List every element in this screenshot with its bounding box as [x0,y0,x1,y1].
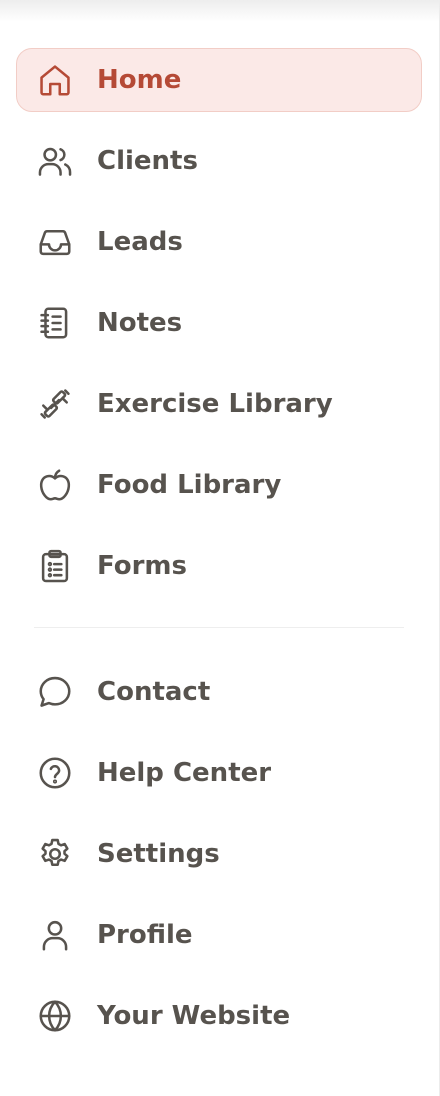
user-icon [35,915,75,955]
sidebar-item-label: Food Library [97,470,282,500]
sidebar-item-label: Home [97,65,182,95]
sidebar-nav: Home Clients Leads Notes Exercise Librar [0,0,440,1096]
sidebar-item-label: Leads [97,227,183,257]
gear-icon [35,834,75,874]
top-shadow [0,0,440,22]
sidebar-item-your-website[interactable]: Your Website [16,984,422,1048]
sidebar-item-label: Contact [97,677,211,707]
sidebar-item-help-center[interactable]: Help Center [16,741,422,805]
sidebar-item-label: Clients [97,146,198,176]
inbox-icon [35,222,75,262]
sidebar-item-forms[interactable]: Forms [16,534,422,598]
sidebar-item-label: Your Website [97,1001,291,1031]
chat-bubble-icon [35,672,75,712]
sidebar-item-label: Profile [97,920,193,950]
primary-nav-group: Home Clients Leads Notes Exercise Librar [16,48,422,615]
sidebar-item-clients[interactable]: Clients [16,129,422,193]
sidebar-item-home[interactable]: Home [16,48,422,112]
nav-divider [34,627,404,628]
sidebar-item-profile[interactable]: Profile [16,903,422,967]
sidebar-item-settings[interactable]: Settings [16,822,422,886]
secondary-nav-group: Contact Help Center Settings Profile You [16,660,422,1065]
question-circle-icon [35,753,75,793]
sidebar-item-food-library[interactable]: Food Library [16,453,422,517]
dumbbell-icon [35,384,75,424]
sidebar-item-leads[interactable]: Leads [16,210,422,274]
sidebar-item-label: Settings [97,839,220,869]
sidebar-item-label: Exercise Library [97,389,333,419]
sidebar-item-label: Forms [97,551,187,581]
globe-icon [35,996,75,1036]
home-icon [35,60,75,100]
sidebar-item-exercise-library[interactable]: Exercise Library [16,372,422,436]
sidebar-item-label: Notes [97,308,183,338]
apple-icon [35,465,75,505]
sidebar-item-label: Help Center [97,758,272,788]
clipboard-list-icon [35,546,75,586]
users-icon [35,141,75,181]
notebook-icon [35,303,75,343]
sidebar-item-notes[interactable]: Notes [16,291,422,355]
sidebar-item-contact[interactable]: Contact [16,660,422,724]
